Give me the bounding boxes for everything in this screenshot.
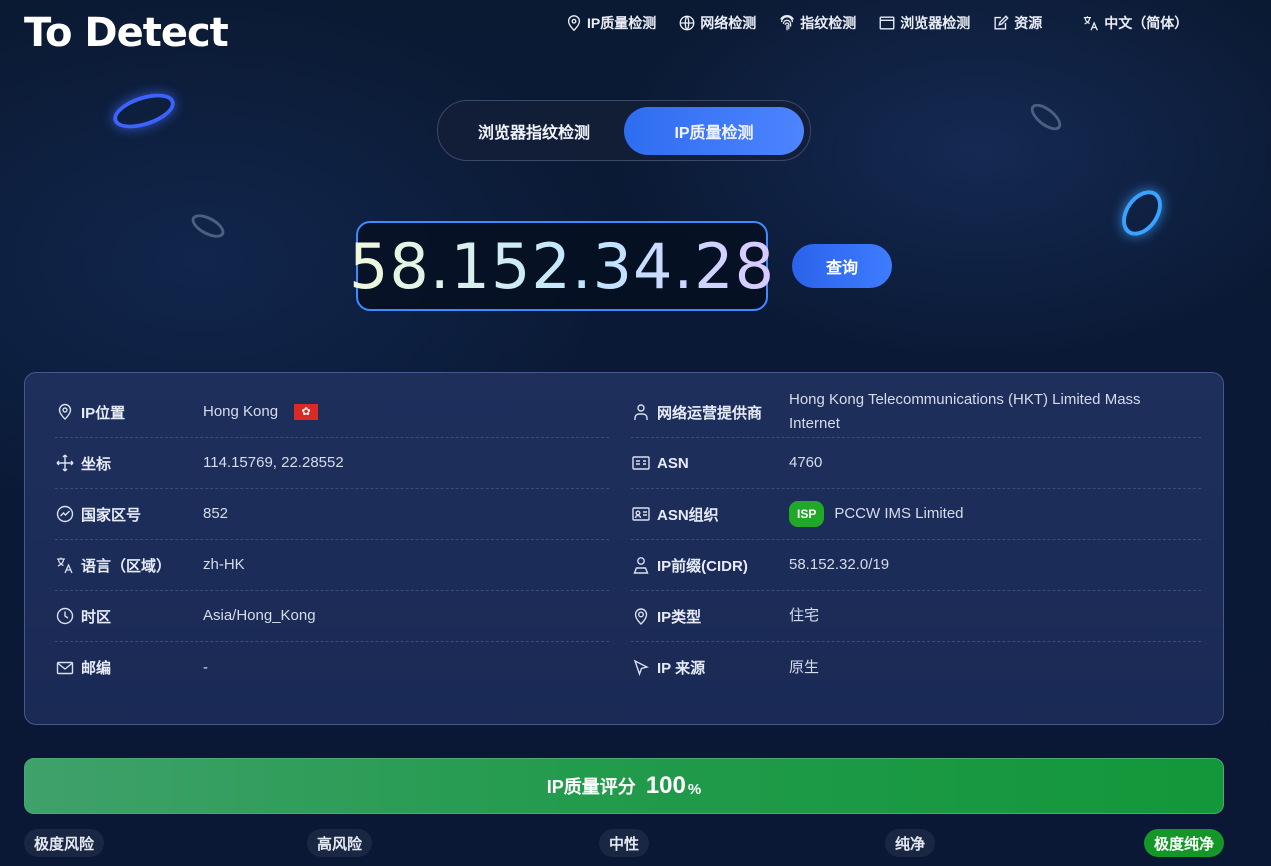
info-value: 住宅 [789, 607, 820, 624]
person-outline-icon [633, 557, 649, 574]
info-row-asn-org: ASN组织 ISP PCCW IMS Limited [631, 489, 1201, 540]
nav-ip-quality[interactable]: IP质量检测 [565, 13, 656, 33]
language-selector[interactable]: 中文（简体） [1082, 13, 1188, 33]
translate-icon [1084, 16, 1099, 31]
logo[interactable]: To Detect [24, 10, 229, 56]
mode-switch: 浏览器指纹检测 IP质量检测 [437, 100, 811, 161]
nav-label: 资源 [1014, 15, 1043, 31]
info-value: 原生 [789, 658, 820, 676]
fingerprint-icon [780, 15, 795, 31]
decorative-ring [108, 86, 180, 136]
info-value: 114.15769, 22.28552 [203, 454, 344, 471]
info-label: 坐标 [81, 455, 112, 473]
person-icon [634, 404, 648, 420]
info-row-cidr: IP前缀(CIDR) 58.152.32.0/19 [631, 540, 1201, 591]
dial-icon [56, 505, 74, 523]
query-button[interactable]: 查询 [792, 244, 892, 288]
map-marker-icon [634, 608, 648, 625]
nav-label: 网络检测 [700, 15, 757, 31]
info-label: ASN组织 [657, 506, 719, 524]
cursor-arrow-icon [633, 659, 649, 676]
info-row-location: IP位置 Hong Kong ✿ [55, 387, 609, 438]
info-value: Hong Kong [203, 403, 279, 420]
risk-level-scale: 极度风险 高风险 中性 纯净 极度纯净 [24, 829, 1224, 857]
move-arrows-icon [56, 454, 74, 472]
info-value: PCCW IMS Limited [834, 505, 964, 522]
level-neutral: 中性 [599, 829, 650, 857]
info-value: 58.152.32.0/19 [789, 556, 890, 573]
ip-quality-score-bar: IP质量评分 100 % [24, 758, 1224, 814]
info-label: 国家区号 [81, 506, 142, 524]
ip-input[interactable]: 58.152.34.28 [349, 221, 774, 311]
info-label: ASN [657, 454, 689, 472]
info-label: 邮编 [81, 660, 112, 677]
decorative-ring [187, 209, 229, 243]
info-row-ip-source: IP 来源 原生 [631, 642, 1201, 693]
top-nav: IP质量检测 网络检测 指纹检测 浏览器检测 资源 中文（简体） [565, 12, 1188, 34]
org-card-icon [632, 507, 650, 521]
info-row-postal: 邮编 - [55, 642, 609, 693]
info-row-isp: 网络运营提供商 Hong Kong Telecommunications (HK… [631, 387, 1201, 438]
info-right-column: 网络运营提供商 Hong Kong Telecommunications (HK… [631, 387, 1201, 693]
hong-kong-flag-icon: ✿ [294, 404, 319, 420]
score-unit: % [687, 780, 702, 798]
info-row-asn: ASN 4760 [631, 438, 1201, 489]
globe-icon [679, 15, 695, 31]
tab-ip-quality[interactable]: IP质量检测 [624, 106, 804, 155]
decorative-ring [1113, 182, 1171, 244]
info-label: 语言（区域） [81, 557, 172, 575]
level-clean: 纯净 [885, 829, 936, 857]
id-card-icon [632, 456, 650, 470]
location-pin-icon [567, 15, 581, 32]
score-label: IP质量评分 [546, 777, 636, 797]
clock-icon [56, 607, 74, 625]
nav-label: 指纹检测 [800, 15, 857, 31]
info-label: IP 来源 [657, 660, 706, 677]
nav-resources[interactable]: 资源 [992, 13, 1042, 33]
info-value: - [203, 658, 208, 676]
edit-doc-icon [994, 15, 1009, 30]
info-row-language: 语言（区域） zh-HK [55, 540, 609, 591]
level-extreme-risk: 极度风险 [24, 829, 105, 857]
nav-fingerprint[interactable]: 指纹检测 [778, 13, 856, 33]
location-pin-icon [58, 403, 72, 420]
info-row-timezone: 时区 Asia/Hong_Kong [55, 591, 609, 642]
nav-network[interactable]: 网络检测 [678, 13, 756, 33]
info-label: IP位置 [81, 404, 126, 422]
score-value: 100 [645, 772, 686, 799]
info-row-ip-type: IP类型 住宅 [631, 591, 1201, 642]
info-value: 4760 [789, 454, 823, 471]
info-label: IP类型 [657, 608, 702, 626]
info-value: zh-HK [203, 556, 245, 573]
language-label: 中文（简体） [1104, 15, 1189, 31]
info-value: Hong Kong Telecommunications (HKT) Limit… [789, 391, 1141, 432]
nav-label: 浏览器检测 [900, 15, 971, 31]
browser-window-icon [879, 16, 895, 30]
info-row-coordinates: 坐标 114.15769, 22.28552 [55, 438, 609, 489]
decorative-ring [1026, 98, 1066, 136]
info-label: IP前缀(CIDR) [657, 557, 748, 575]
level-high-risk: 高风险 [307, 829, 373, 857]
mail-icon [56, 661, 74, 674]
info-label: 网络运营提供商 [657, 404, 763, 422]
nav-label: IP质量检测 [587, 15, 657, 31]
tab-browser-fingerprint[interactable]: 浏览器指纹检测 [444, 107, 624, 155]
translate-icon [57, 557, 73, 574]
info-value: 852 [203, 505, 229, 522]
info-label: 时区 [81, 608, 112, 626]
nav-browser[interactable]: 浏览器检测 [878, 13, 970, 33]
isp-badge: ISP [789, 501, 825, 527]
info-left-column: IP位置 Hong Kong ✿ 坐标 114.15769, 22.28552 … [55, 387, 609, 693]
level-extremely-clean: 极度纯净 [1143, 829, 1224, 857]
ip-value: 58.152.34.28 [348, 229, 776, 303]
info-value: Asia/Hong_Kong [203, 607, 316, 624]
info-row-country-code: 国家区号 852 [55, 489, 609, 540]
ip-info-card: IP位置 Hong Kong ✿ 坐标 114.15769, 22.28552 … [24, 372, 1224, 725]
